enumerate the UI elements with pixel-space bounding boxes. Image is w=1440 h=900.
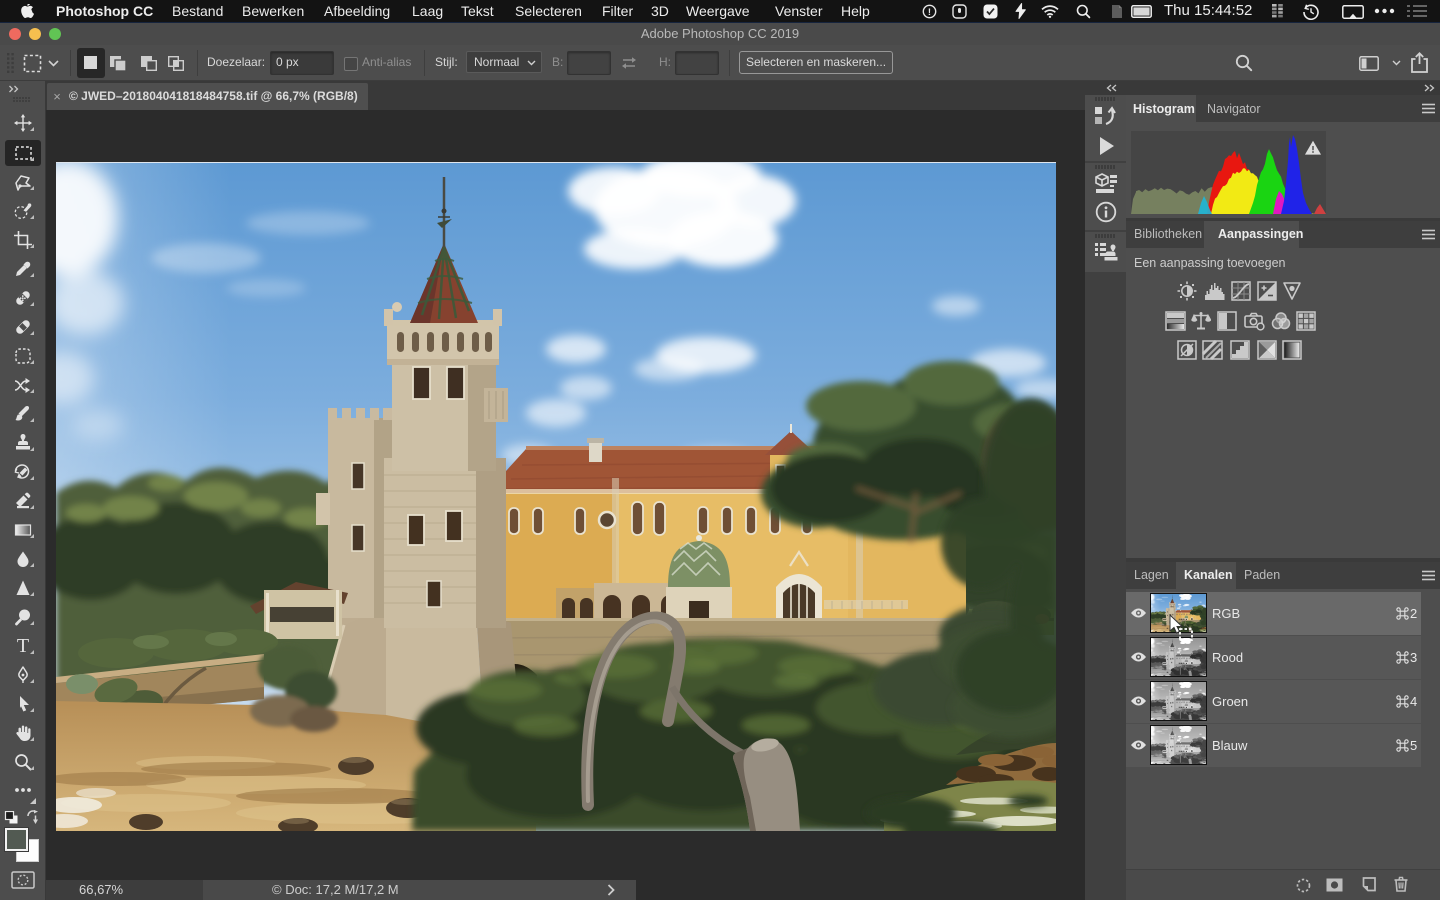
svg-text:!: ! [928,7,931,18]
